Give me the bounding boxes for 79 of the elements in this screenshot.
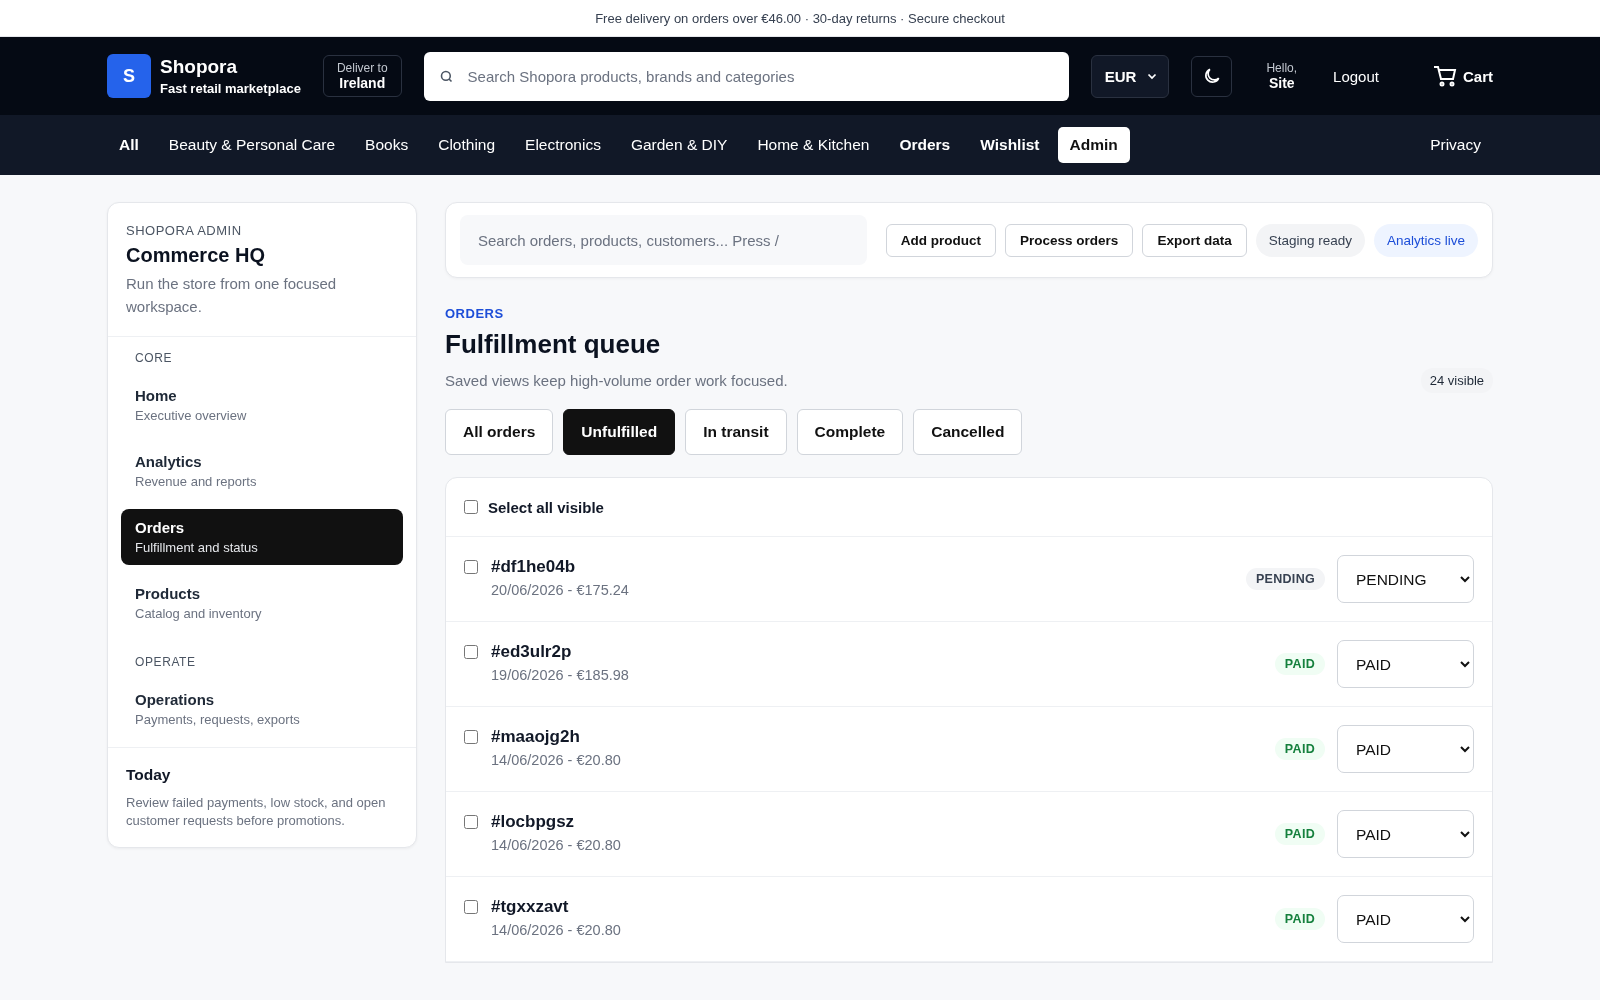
nav-link[interactable]: All [107,127,151,163]
cart-link[interactable]: Cart [1433,65,1493,87]
status-select[interactable]: PAID [1337,810,1474,858]
status-badge: PAID [1274,653,1325,675]
order-id: #ed3ulr2p [491,642,573,662]
filter-tab[interactable]: Complete [796,409,904,455]
status-badge: PENDING [1245,568,1325,590]
toolbar-button[interactable]: Process orders [1005,223,1134,257]
row-checkbox[interactable] [464,730,478,744]
order-meta: 19/06/2026 - €185.98 [491,667,629,683]
select-all-checkbox[interactable] [464,500,478,514]
sidebar-description: Run the store from one focused workspace. [126,274,338,317]
brand-tagline: Fast retail marketplace [160,81,301,96]
logout-link[interactable]: Logout [1333,67,1379,85]
status-badge: PAID [1274,738,1325,760]
sidebar-item[interactable]: Orders Fulfillment and status [121,509,403,565]
filter-tab[interactable]: In transit [685,409,787,455]
nav-link[interactable]: Home & Kitchen [745,127,882,163]
cart-icon [1433,65,1457,87]
select-all-label: Select all visible [488,498,604,516]
order-id: #locbpgsz [491,812,576,832]
row-checkbox[interactable] [464,900,478,914]
order-id: #maaojg2h [491,727,581,747]
status-select[interactable]: PENDING [1337,555,1474,603]
nav-link[interactable]: Admin [1057,127,1130,163]
today-title: Today [126,766,172,784]
status-select[interactable]: PAID [1337,725,1474,773]
sidebar-eyebrow: SHOPORA ADMIN [126,223,243,238]
privacy-link[interactable]: Privacy [1430,136,1493,154]
sidebar-item[interactable]: Products Catalog and inventory [121,575,403,631]
order-meta: 14/06/2026 - €20.80 [491,752,621,768]
deliver-to-button[interactable]: Deliver to Ireland [322,55,402,97]
greeting: Hello, [1266,61,1298,75]
filter-tab[interactable]: All orders [445,409,554,455]
nav-link[interactable]: Orders [887,127,963,163]
sidebar-title: Commerce HQ [126,244,266,267]
brand-name: Shopora [160,56,239,78]
nav-link[interactable]: Wishlist [968,127,1052,163]
filter-tab[interactable]: Cancelled [913,409,1023,455]
status-badge: PAID [1274,908,1325,930]
order-meta: 20/06/2026 - €175.24 [491,582,629,598]
page-title: Fulfillment queue [445,329,662,360]
order-id: #tgxxzavt [491,897,570,917]
page-subtitle: Saved views keep high-volume order work focused. [445,372,788,389]
row-checkbox[interactable] [464,815,478,829]
user-name: Site [1268,75,1295,91]
section-heading: OPERATE [134,655,197,671]
nav-link[interactable]: Garden & DIY [618,127,740,163]
nav-link[interactable]: Clothing [426,127,508,163]
status-badge: PAID [1274,823,1325,845]
order-meta: 14/06/2026 - €20.80 [491,922,621,938]
logo-icon[interactable]: S [107,54,151,98]
status-select[interactable]: PAID [1337,640,1474,688]
row-checkbox[interactable] [464,560,478,574]
section-eyebrow: ORDERS [445,306,505,321]
order-id: #df1he04b [491,557,577,577]
sidebar-item[interactable]: Home Executive overview [121,377,403,433]
status-chip: Staging ready [1255,223,1365,257]
toolbar-button[interactable]: Export data [1142,223,1247,257]
toolbar-button[interactable]: Add product [885,223,997,257]
search-field[interactable]: Search Shopora products, brands and categories [423,51,1069,101]
order-meta: 14/06/2026 - €20.80 [491,837,621,853]
today-text: Review failed payments, low stock, and open customer requests before promotions. [126,794,387,830]
promo-banner: Free delivery on orders over €46.00 · 30-day returns · Secure checkout [0,0,1600,37]
filter-tab[interactable]: Unfulfilled [563,409,676,455]
section-heading: CORE [134,351,174,367]
nav-link[interactable]: Books [353,127,421,163]
currency-select[interactable]: EUR [1090,54,1170,98]
moon-icon[interactable] [1191,55,1233,97]
search-icon [438,68,454,84]
nav-link[interactable]: Beauty & Personal Care [156,127,348,163]
nav-link[interactable]: Electronics [513,127,613,163]
status-chip: Analytics live [1373,223,1478,257]
sidebar-item[interactable]: Operations Payments, requests, exports [121,681,403,737]
admin-search-field[interactable]: Search orders, products, customers... Press / [460,215,867,265]
status-select[interactable]: PAID [1337,895,1474,943]
sidebar-item[interactable]: Analytics Revenue and reports [121,443,403,499]
row-checkbox[interactable] [464,645,478,659]
visible-count: 24 visible [1420,368,1493,393]
